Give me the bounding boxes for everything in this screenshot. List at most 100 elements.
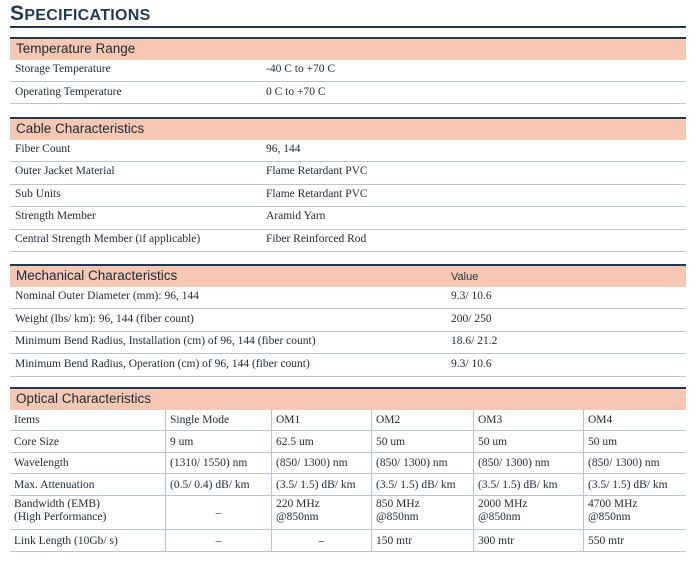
row-label: Nominal Outer Diameter (mm): 96, 144 — [15, 290, 199, 302]
section-header: Temperature Range — [10, 39, 686, 60]
column-header: Items — [10, 410, 165, 430]
table-row: Central Strength Member (if applicable) … — [10, 230, 686, 252]
cell-value: (0.5/ 0.4) dB/ km — [165, 474, 271, 495]
row-label: Bandwidth (EMB) (High Performance) — [10, 496, 165, 529]
title-initial: S — [10, 2, 25, 25]
cell-text: (3.5/ 1.5) dB/ km — [588, 479, 668, 491]
temperature-section: Temperature Range Storage Temperature -4… — [10, 37, 686, 104]
cell-text: 50 um — [588, 436, 618, 448]
cell-text: @850nm — [478, 511, 521, 523]
cell-value: – — [271, 530, 371, 551]
cell-text: (3.5/ 1.5) dB/ km — [376, 479, 456, 491]
cell-text: @850nm — [276, 511, 319, 523]
cell-text: Max. Attenuation — [14, 479, 95, 491]
cell-text: – — [318, 535, 325, 547]
cell-text: OM3 — [478, 414, 503, 426]
row-label: Minimum Bend Radius, Operation (cm) of 9… — [15, 358, 310, 370]
cell-text: – — [215, 507, 222, 519]
cell-value: (3.5/ 1.5) dB/ km — [583, 474, 686, 495]
column-header: OM2 — [371, 410, 473, 430]
row-value: 96, 144 — [266, 143, 301, 155]
cell-text: (3.5/ 1.5) dB/ km — [478, 479, 558, 491]
cell-text: OM2 — [376, 414, 401, 426]
cell-value: (850/ 1300) nm — [583, 453, 686, 473]
cell-text: @850nm — [588, 511, 631, 523]
cell-value: (3.5/ 1.5) dB/ km — [371, 474, 473, 495]
mechanical-section: Mechanical Characteristics Value Nominal… — [10, 264, 686, 377]
cell-value: – — [165, 496, 271, 529]
cell-value: (1310/ 1550) nm — [165, 453, 271, 473]
table-row: Fiber Count 96, 144 — [10, 140, 686, 162]
row-value: -40 C to +70 C — [266, 63, 336, 75]
table-row: Operating Temperature 0 C to +70 C — [10, 82, 686, 104]
section-title: Temperature Range — [16, 41, 136, 56]
column-header: Single Mode — [165, 410, 271, 430]
title-rest: PECIFICATIONS — [24, 7, 151, 24]
table-row: Sub Units Flame Retardant PVC — [10, 185, 686, 207]
cell-text: 300 mtr — [478, 535, 515, 547]
cell-value: 150 mtr — [371, 530, 473, 551]
row-label: Storage Temperature — [15, 63, 111, 75]
row-label: Max. Attenuation — [10, 474, 165, 495]
table-row: Link Length (10Gb/ s) – – 150 mtr 300 mtr 550… — [10, 530, 686, 552]
row-value: 0 C to +70 C — [266, 86, 326, 98]
cell-text: Core Size — [14, 436, 60, 448]
optical-table: Items Single Mode OM1 OM2 OM3 OM4 Core Size 9 u… — [10, 410, 686, 552]
cable-section: Cable Characteristics Fiber Count 96, 14… — [10, 117, 686, 252]
cell-text: (850/ 1300) nm — [588, 457, 660, 469]
row-label: Wavelength — [10, 453, 165, 473]
cell-text: (0.5/ 0.4) dB/ km — [170, 479, 250, 491]
cell-value: 62.5 um — [271, 431, 371, 452]
cell-text: – — [215, 535, 222, 547]
cell-value: (850/ 1300) nm — [473, 453, 583, 473]
section-title: Optical Characteristics — [16, 391, 152, 406]
section-header: Optical Characteristics — [10, 389, 686, 410]
cell-text: Wavelength — [14, 457, 69, 469]
cell-text: 62.5 um — [276, 436, 314, 448]
cell-text: @850nm — [376, 511, 419, 523]
row-value: 9.3/ 10.6 — [451, 358, 492, 370]
table-row: Storage Temperature -40 C to +70 C — [10, 60, 686, 82]
row-value: Flame Retardant PVC — [266, 188, 368, 200]
cell-text: (High Performance) — [14, 511, 107, 523]
row-label: Minimum Bend Radius, Installation (cm) o… — [15, 335, 316, 347]
cell-value: 220 MHz @850nm — [271, 496, 371, 529]
page-title: SPECIFICATIONS — [10, 2, 686, 28]
row-label: Strength Member — [15, 210, 96, 222]
cell-value: 550 mtr — [583, 530, 686, 551]
cell-text: 850 MHz — [376, 498, 420, 510]
cell-value: 300 mtr — [473, 530, 583, 551]
cell-value: (3.5/ 1.5) dB/ km — [473, 474, 583, 495]
cell-text: (1310/ 1550) nm — [170, 457, 248, 469]
cell-text: 2000 MHz — [478, 498, 528, 510]
table-row: Core Size 9 um 62.5 um 50 um 50 um 50 um — [10, 431, 686, 453]
table-row: Wavelength (1310/ 1550) nm (850/ 1300) nm (… — [10, 453, 686, 474]
cell-value: (850/ 1300) nm — [271, 453, 371, 473]
table-row: Bandwidth (EMB) (High Performance) – 220 MH… — [10, 496, 686, 530]
row-value: 200/ 250 — [451, 313, 492, 325]
cell-text: OM1 — [276, 414, 301, 426]
row-label: Central Strength Member (if applicable) — [15, 233, 201, 245]
cell-text: (3.5/ 1.5) dB/ km — [276, 479, 356, 491]
cell-text: (850/ 1300) nm — [276, 457, 348, 469]
column-header: OM1 — [271, 410, 371, 430]
column-header: OM3 — [473, 410, 583, 430]
value-column-header: Value — [451, 271, 479, 283]
section-header: Mechanical Characteristics Value — [10, 266, 686, 287]
row-value: Aramid Yarn — [266, 210, 326, 222]
cell-text: 4700 MHz — [588, 498, 638, 510]
row-label: Core Size — [10, 431, 165, 452]
cell-text: 150 mtr — [376, 535, 413, 547]
table-row: Nominal Outer Diameter (mm): 96, 144 9.3… — [10, 287, 686, 309]
cell-text: 550 mtr — [588, 535, 625, 547]
row-label: Operating Temperature — [15, 86, 122, 98]
cell-text: Single Mode — [170, 414, 230, 426]
cell-text: (850/ 1300) nm — [376, 457, 448, 469]
optical-section: Optical Characteristics Items Single Mode… — [10, 387, 686, 552]
cell-value: (3.5/ 1.5) dB/ km — [271, 474, 371, 495]
row-value: 9.3/ 10.6 — [451, 290, 492, 302]
cell-text: Items — [14, 414, 40, 426]
cell-value: 2000 MHz @850nm — [473, 496, 583, 529]
row-value: Flame Retardant PVC — [266, 165, 368, 177]
cell-value: 4700 MHz @850nm — [583, 496, 686, 529]
